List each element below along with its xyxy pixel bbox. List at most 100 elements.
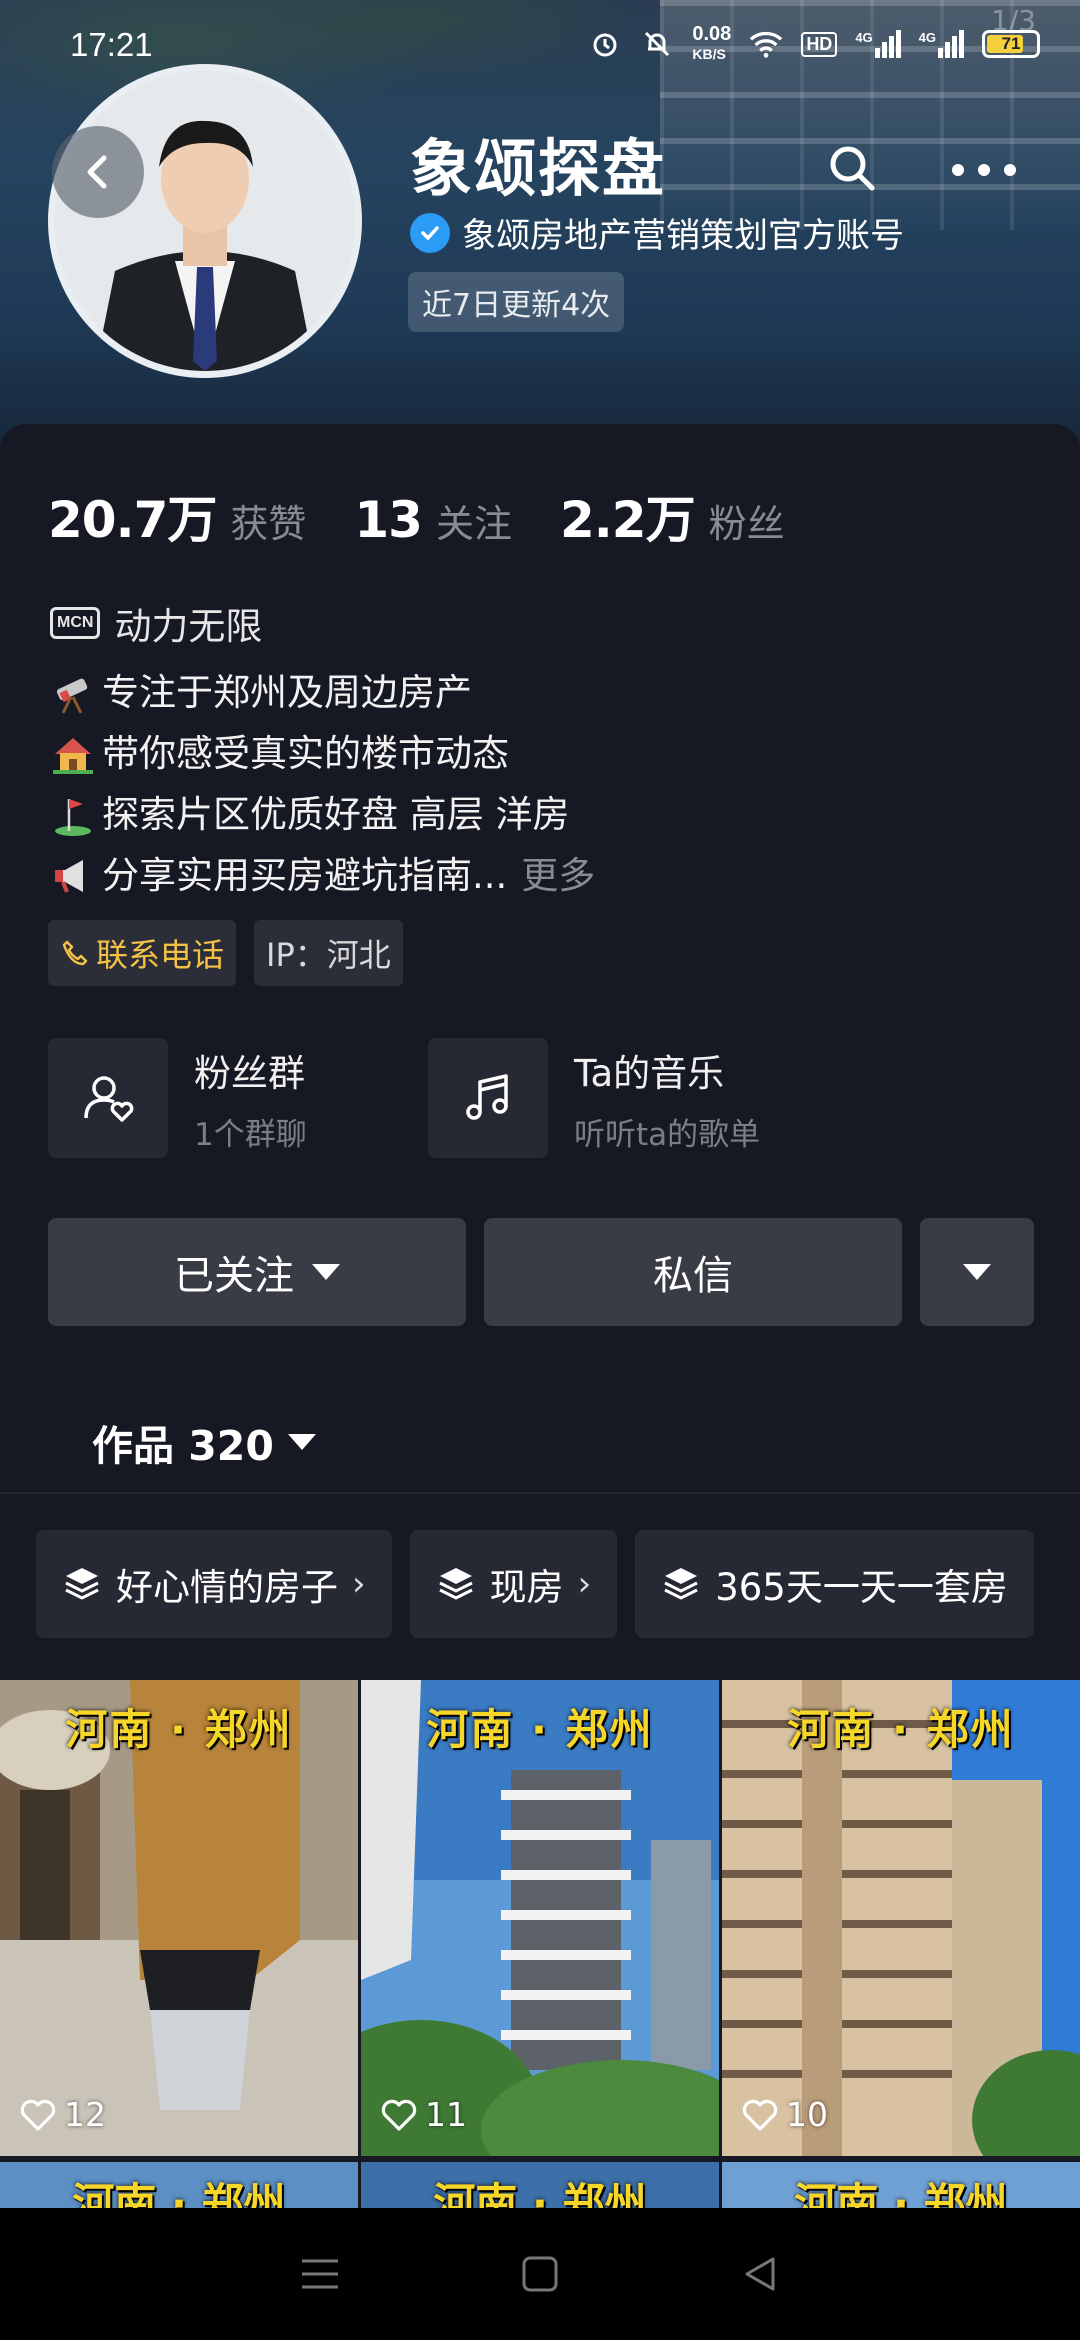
golf-flag-icon xyxy=(48,790,98,840)
battery-level: 71 xyxy=(1001,34,1021,53)
ip-location-chip: IP：河北 xyxy=(254,920,403,986)
music-icon-box xyxy=(428,1038,548,1158)
back-nav-button[interactable] xyxy=(730,2244,790,2304)
fan-group-entry[interactable]: 粉丝群 1个群聊 xyxy=(48,1038,428,1158)
telescope-icon xyxy=(48,668,98,718)
video-tile[interactable]: 河南 · 郑州 11 xyxy=(361,1680,719,2156)
search-icon xyxy=(830,146,875,191)
collection-item[interactable]: 365天一天一套房 xyxy=(635,1530,1034,1638)
following-label: 已关注 xyxy=(174,1253,294,1299)
square-home-icon xyxy=(522,2256,558,2292)
bio-line: 探索片区优质好盘 高层 洋房 xyxy=(48,784,595,845)
caret-down-icon xyxy=(287,1434,316,1450)
status-time: 17:21 xyxy=(70,26,153,63)
sim2-label: 4G xyxy=(918,30,936,45)
collection-item[interactable]: 现房 › xyxy=(409,1530,618,1638)
verified-text: 象颂房地产营销策划官方账号 xyxy=(462,216,904,256)
video-likes: 10 xyxy=(742,2095,828,2134)
house-icon xyxy=(48,729,98,779)
avatar[interactable] xyxy=(48,64,362,378)
video-likes-count: 11 xyxy=(425,2095,467,2134)
mute-icon xyxy=(640,27,674,61)
stat-value: 20.7万 xyxy=(48,491,217,549)
bio-line: 带你感受真实的楼市动态 xyxy=(48,723,595,784)
bio-text: 带你感受真实的楼市动态 xyxy=(102,732,509,775)
menu-nav-button[interactable] xyxy=(290,2244,350,2304)
recommend-dropdown-button[interactable] xyxy=(920,1218,1034,1326)
caret-down-icon xyxy=(312,1264,340,1280)
stat-likes[interactable]: 20.7万 获赞 xyxy=(48,480,306,552)
update-tag: 近7日更新4次 xyxy=(408,272,625,332)
bio-line: 分享实用买房避坑指南... 更多 xyxy=(48,845,595,906)
video-tile[interactable]: 河南 · 郑州 10 xyxy=(722,1680,1080,2156)
mcn-text: 动力无限 xyxy=(114,605,263,648)
chevron-right-icon: › xyxy=(577,1564,592,1604)
bio-line: 专注于郑州及周边房产 xyxy=(48,662,595,723)
battery-icon: 71 xyxy=(982,30,1040,58)
home-nav-button[interactable] xyxy=(510,2244,570,2304)
tab-divider xyxy=(0,1492,1080,1494)
more-button[interactable] xyxy=(952,150,1016,190)
system-nav-bar xyxy=(0,2208,1080,2340)
action-buttons: 已关注 私信 xyxy=(48,1218,1034,1326)
verified-icon xyxy=(410,212,450,253)
chevron-right-icon: › xyxy=(352,1564,366,1604)
fan-group-title: 粉丝群 xyxy=(194,1051,305,1095)
heart-icon xyxy=(381,2099,417,2131)
sim1-signal-icon: 4G xyxy=(855,30,901,58)
heart-icon xyxy=(20,2099,56,2131)
bio-text: 分享实用买房避坑指南... xyxy=(102,854,508,897)
message-label: 私信 xyxy=(653,1253,733,1299)
phone-icon xyxy=(62,940,88,966)
fan-group-icon-box xyxy=(48,1038,168,1158)
mcn-line[interactable]: MCN 动力无限 xyxy=(50,596,262,650)
sim1-label: 4G xyxy=(855,30,873,45)
tab-works[interactable]: 作品 320 xyxy=(92,1412,316,1472)
info-chips: 联系电话 IP：河北 xyxy=(48,920,403,986)
music-sub: 听听ta的歌单 xyxy=(574,1116,761,1153)
collection-list: 好心情的房子 › 现房 › 365天一天一套房 xyxy=(36,1530,1034,1638)
stats-row: 20.7万 获赞 13 关注 2.2万 粉丝 xyxy=(48,480,833,552)
works-tab-label: 作品 320 xyxy=(92,1422,274,1470)
avatar-photo xyxy=(55,71,355,371)
alarm-icon xyxy=(588,27,622,61)
heart-icon xyxy=(742,2099,778,2131)
back-button[interactable] xyxy=(52,126,144,218)
stat-label: 获赞 xyxy=(230,502,307,546)
megaphone-icon xyxy=(48,851,98,901)
bio-more-link[interactable]: 更多 xyxy=(521,845,595,906)
video-location: 河南 · 郑州 xyxy=(426,1705,654,1754)
contact-phone-label: 联系电话 xyxy=(96,936,225,974)
triangle-back-icon xyxy=(745,2257,775,2291)
sim2-signal-icon: 4G xyxy=(919,30,964,58)
back-icon xyxy=(87,155,107,189)
verified-line: 象颂房地产营销策划官方账号 xyxy=(410,208,904,257)
video-tile[interactable]: 河南 · 郑州 12 xyxy=(0,1680,358,2156)
caret-down-icon xyxy=(963,1264,991,1280)
video-location: 河南 · 郑州 xyxy=(787,1705,1015,1754)
net-speed-unit: KB/S xyxy=(692,46,726,62)
video-likes-count: 10 xyxy=(786,2095,828,2134)
net-speed-value: 0.08 xyxy=(692,23,732,45)
music-entry[interactable]: Ta的音乐 听听ta的歌单 xyxy=(428,1038,808,1158)
layers-icon xyxy=(65,1568,99,1600)
message-button[interactable]: 私信 xyxy=(484,1218,902,1326)
menu-icon xyxy=(302,2259,338,2289)
video-likes: 11 xyxy=(381,2095,467,2134)
search-button[interactable] xyxy=(824,140,880,196)
stat-value: 2.2万 xyxy=(560,491,696,549)
more-icon xyxy=(952,164,964,176)
following-button[interactable]: 已关注 xyxy=(48,1218,466,1326)
contact-phone-chip[interactable]: 联系电话 xyxy=(48,920,237,986)
stat-followers[interactable]: 2.2万 粉丝 xyxy=(560,480,785,552)
bio-text: 专注于郑州及周边房产 xyxy=(102,671,472,714)
stat-following[interactable]: 13 关注 xyxy=(354,491,512,549)
collection-label: 好心情的房子 xyxy=(116,1566,338,1609)
collection-item[interactable]: 好心情的房子 › xyxy=(36,1530,392,1638)
wifi-icon xyxy=(749,27,783,61)
layers-icon xyxy=(664,1568,698,1600)
hd-badge: HD xyxy=(801,31,838,57)
bio[interactable]: 专注于郑州及周边房产 带你感受真实的楼市动态 探索片区优质好盘 高层 洋房 分享… xyxy=(48,662,595,906)
service-entries: 粉丝群 1个群聊 Ta的音乐 听听ta的歌单 xyxy=(48,1038,808,1158)
video-likes: 12 xyxy=(20,2095,106,2134)
